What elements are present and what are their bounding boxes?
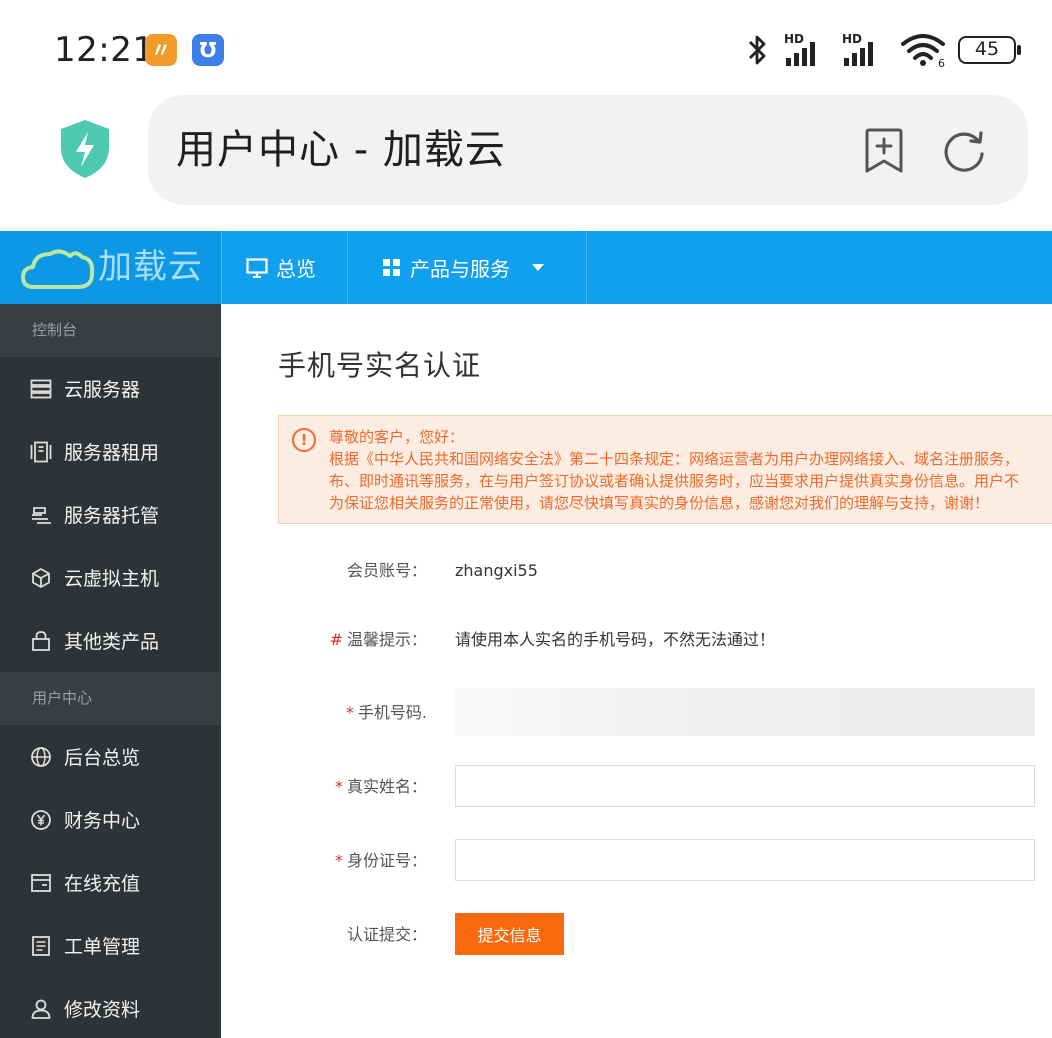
monitor-icon bbox=[246, 257, 268, 278]
nav-products-dropdown[interactable]: 产品与服务 bbox=[347, 231, 587, 304]
alarm-badge-icon: Ʊ bbox=[192, 34, 224, 66]
nav-overview-label: 总览 bbox=[276, 257, 316, 281]
battery-icon: 45 bbox=[958, 36, 1021, 64]
notice-line: 根据《中华人民共和国网络安全法》第二十四条规定：网络运营者为用户办理网络接入、域… bbox=[329, 450, 1020, 468]
grid-icon bbox=[383, 258, 400, 276]
caret-down-icon bbox=[532, 264, 544, 271]
tip-label: 温馨提示： bbox=[346, 630, 427, 649]
name-label: 真实姓名： bbox=[346, 777, 427, 796]
sidebar-item-cloud-server[interactable]: 云服务器 bbox=[0, 357, 221, 420]
browser-toolbar: 用户中心 - 加载云 bbox=[0, 95, 1052, 231]
sidebar-item-label: 在线充值 bbox=[64, 873, 141, 895]
account-label: 会员账号： bbox=[346, 561, 427, 580]
phone-label-wrap: * 手机号码. bbox=[221, 691, 427, 735]
id-number-input[interactable] bbox=[455, 839, 1035, 881]
form-row-tip: # 温馨提示： 请使用本人实名的手机号码，不然无法通过！ bbox=[221, 618, 1052, 662]
status-icons: HD HD 6 45 bbox=[742, 30, 1021, 70]
nav-products-label: 产品与服务 bbox=[410, 257, 510, 281]
logo-text: 加载云 bbox=[98, 247, 203, 287]
form-row-id: * 身份证号： bbox=[221, 839, 1052, 883]
sidebar-item-label: 云虚拟主机 bbox=[64, 568, 160, 590]
sidebar-item-other-products[interactable]: 其他类产品 bbox=[0, 609, 221, 672]
form-row-phone: * 手机号码. bbox=[221, 688, 1052, 736]
server-icon bbox=[30, 379, 52, 398]
bluetooth-icon bbox=[749, 35, 766, 65]
document-icon bbox=[32, 935, 50, 956]
sidebar-item-label: 工单管理 bbox=[64, 936, 141, 958]
main-content: 手机号实名认证 ! 尊敬的客户，您好： 根据《中华人民共和国网络安全法》第二十四… bbox=[221, 304, 1052, 1038]
sidebar-item-recharge[interactable]: 在线充值 bbox=[0, 851, 221, 914]
required-mark: * bbox=[345, 703, 354, 722]
notice-text: 尊敬的客户，您好： 根据《中华人民共和国网络安全法》第二十四条规定：网络运营者为… bbox=[329, 426, 1052, 514]
id-label: 身份证号： bbox=[346, 851, 427, 870]
page-tab-title[interactable]: 用户中心 - 加载云 bbox=[176, 95, 506, 205]
taobao-badge-icon: 〃 bbox=[145, 34, 177, 66]
sidebar-item-label: 服务器租用 bbox=[64, 442, 160, 464]
warning-icon: ! bbox=[292, 428, 316, 452]
nav-overview[interactable]: 总览 bbox=[221, 231, 347, 304]
sidebar-item-profile[interactable]: 修改资料 bbox=[0, 977, 221, 1038]
sidebar-item-finance[interactable]: 财务中心 bbox=[0, 788, 221, 851]
sidebar-item-label: 服务器托管 bbox=[64, 505, 160, 527]
phone-label: 手机号码. bbox=[357, 703, 427, 722]
page-title: 手机号实名认证 bbox=[278, 349, 482, 382]
form-row-name: * 真实姓名： bbox=[221, 765, 1052, 809]
tip-value: 请使用本人实名的手机号码，不然无法通过！ bbox=[455, 630, 776, 649]
form-row-account: 会员账号： zhangxi55 bbox=[221, 549, 1052, 593]
site-logo[interactable]: 加载云 bbox=[0, 231, 221, 304]
sidebar-section-user-center: 用户中心 bbox=[0, 672, 221, 725]
real-name-input[interactable] bbox=[455, 765, 1035, 807]
sidebar-item-tickets[interactable]: 工单管理 bbox=[0, 914, 221, 977]
sidebar-section-console: 控制台 bbox=[0, 304, 221, 357]
sidebar-item-label: 财务中心 bbox=[64, 810, 141, 832]
globe-icon bbox=[31, 746, 51, 767]
reload-icon[interactable] bbox=[941, 128, 987, 174]
tip-mark: # bbox=[329, 630, 343, 649]
clock: 12:21 bbox=[54, 30, 155, 70]
account-value: zhangxi55 bbox=[455, 561, 538, 580]
bookmark-add-icon[interactable] bbox=[862, 127, 906, 175]
hosting-icon bbox=[32, 506, 51, 524]
id-label-wrap: * 身份证号： bbox=[221, 839, 427, 883]
form-row-submit: 认证提交： 提交信息 bbox=[221, 913, 1052, 957]
sidebar: 控制台 云服务器 服务器租用 服务器托管 云虚拟主机 其他类产品 用户中心 后台… bbox=[0, 304, 221, 1038]
required-mark: * bbox=[334, 851, 343, 870]
address-bar[interactable]: 用户中心 - 加载云 bbox=[148, 95, 1028, 205]
notice-line: 布、即时通讯等服务，在与用户签订协议或者确认提供服务时，应当要求用户提供真实身份… bbox=[329, 472, 1020, 490]
cloud-logo-icon bbox=[21, 249, 95, 289]
status-bar: 12:21 〃 Ʊ HD HD 6 45 bbox=[0, 0, 1052, 95]
wifi-icon: 6 bbox=[901, 34, 945, 68]
lock-icon bbox=[32, 630, 50, 651]
cube-icon bbox=[32, 567, 50, 588]
sidebar-item-server-rental[interactable]: 服务器租用 bbox=[0, 420, 221, 483]
battery-level: 45 bbox=[974, 38, 1000, 60]
yen-icon bbox=[31, 809, 51, 830]
notice-line: 为保证您相关服务的正常使用，请您尽快填写真实的身份信息，感谢您对我们的理解与支持… bbox=[329, 494, 990, 512]
submit-info-button[interactable]: 提交信息 bbox=[455, 913, 564, 955]
rack-icon bbox=[30, 441, 52, 462]
sidebar-item-label: 云服务器 bbox=[64, 379, 141, 401]
notice-line: 尊敬的客户，您好： bbox=[329, 428, 465, 446]
signal-icon-sim2: HD bbox=[842, 32, 888, 68]
screen: 12:21 〃 Ʊ HD HD 6 45 用户中心 - 加载云 加载云 总览 产… bbox=[0, 0, 1052, 1038]
required-mark: * bbox=[334, 777, 343, 796]
sidebar-item-server-hosting[interactable]: 服务器托管 bbox=[0, 483, 221, 546]
signal-icon-sim1: HD bbox=[784, 32, 830, 68]
shield-bolt-icon[interactable] bbox=[58, 118, 112, 180]
user-icon bbox=[31, 999, 51, 1019]
phone-input[interactable] bbox=[455, 688, 1035, 736]
sidebar-item-virtual-host[interactable]: 云虚拟主机 bbox=[0, 546, 221, 609]
tip-label-wrap: # 温馨提示： bbox=[221, 618, 427, 662]
notice-banner: ! 尊敬的客户，您好： 根据《中华人民共和国网络安全法》第二十四条规定：网络运营… bbox=[278, 415, 1052, 524]
wifi-sub-label: 6 bbox=[938, 57, 945, 68]
sidebar-item-label: 修改资料 bbox=[64, 999, 141, 1021]
wallet-icon bbox=[31, 873, 51, 892]
sidebar-item-dashboard[interactable]: 后台总览 bbox=[0, 725, 221, 788]
submit-label: 认证提交： bbox=[346, 925, 427, 944]
name-label-wrap: * 真实姓名： bbox=[221, 765, 427, 809]
sidebar-item-label: 后台总览 bbox=[64, 747, 141, 769]
site-header: 加载云 总览 产品与服务 bbox=[0, 231, 1052, 304]
sidebar-item-label: 其他类产品 bbox=[64, 631, 160, 653]
